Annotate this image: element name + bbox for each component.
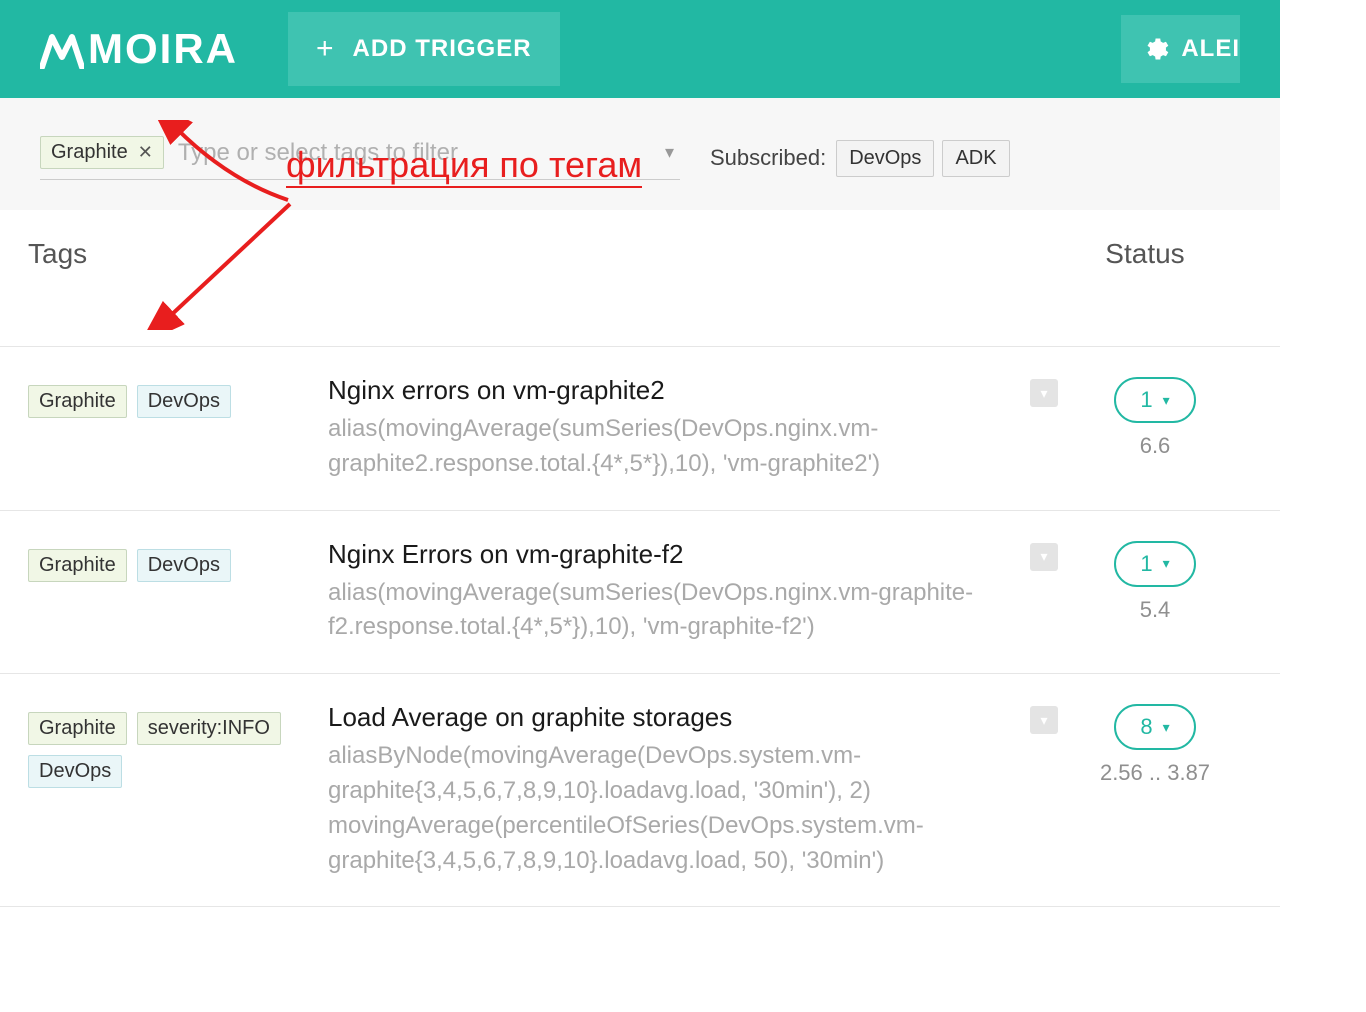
app-header: MOIRA + ADD TRIGGER ALEI [0, 0, 1280, 98]
trigger-row[interactable]: Graphite DevOps Nginx Errors on vm-graphit… [0, 511, 1280, 675]
chevron-down-icon[interactable]: ▾ [665, 142, 674, 163]
chevron-down-icon: ▾ [1163, 392, 1170, 409]
row-action: ▾ [1030, 539, 1070, 571]
status-cell: 1▾6.6 [1070, 375, 1240, 459]
trigger-title[interactable]: Nginx errors on vm-graphite2 [328, 375, 1020, 406]
filter-tag-chip[interactable]: Graphite ✕ [40, 136, 164, 169]
trigger-cell: Nginx errors on vm-graphite2 alias(moving… [328, 375, 1030, 482]
tag-chip[interactable]: Graphite [28, 549, 127, 582]
column-headings: Tags фильтрация по тегам Status [0, 210, 1280, 280]
row-action: ▾ [1030, 375, 1070, 407]
row-action: ▾ [1030, 702, 1070, 734]
trigger-cell: Load Average on graphite storages aliasBy… [328, 702, 1030, 878]
status-count: 8 [1140, 714, 1152, 740]
status-value: 5.4 [1140, 597, 1171, 623]
subscribed-tag-devops[interactable]: DevOps [836, 140, 934, 177]
row-tags: Graphite DevOps [28, 375, 328, 418]
tag-chip[interactable]: DevOps [137, 385, 231, 418]
tag-chip[interactable]: severity:INFO [137, 712, 281, 745]
status-cell: 8▾2.56 .. 3.87 [1070, 702, 1240, 786]
tag-chip[interactable]: DevOps [28, 755, 122, 788]
status-pill[interactable]: 8▾ [1114, 704, 1195, 750]
trigger-list: Graphite DevOps Nginx errors on vm-graphit… [0, 346, 1280, 907]
add-trigger-label: ADD TRIGGER [353, 35, 532, 63]
tag-chip[interactable]: Graphite [28, 712, 127, 745]
row-tags: Graphite severity:INFO DevOps [28, 702, 328, 788]
collapse-icon[interactable]: ▾ [1030, 379, 1058, 407]
collapse-icon[interactable]: ▾ [1030, 706, 1058, 734]
status-pill[interactable]: 1▾ [1114, 541, 1195, 587]
alert-button[interactable]: ALEI [1121, 15, 1240, 83]
status-count: 1 [1140, 551, 1152, 577]
subscribed-label: Subscribed: [710, 145, 826, 171]
collapse-icon[interactable]: ▾ [1030, 543, 1058, 571]
status-pill[interactable]: 1▾ [1114, 377, 1195, 423]
trigger-expression: alias(movingAverage(sumSeries(DevOps.ngi… [328, 576, 1020, 646]
status-value: 6.6 [1140, 433, 1171, 459]
row-tags: Graphite DevOps [28, 539, 328, 582]
tag-chip[interactable]: DevOps [137, 549, 231, 582]
trigger-expression: aliasByNode(movingAverage(DevOps.system.… [328, 739, 1020, 878]
trigger-cell: Nginx Errors on vm-graphite-f2 alias(movi… [328, 539, 1030, 646]
trigger-row[interactable]: Graphite severity:INFO DevOps Load Average … [0, 674, 1280, 907]
annotation-arrow-down [140, 200, 300, 330]
trigger-row[interactable]: Graphite DevOps Nginx errors on vm-graphit… [0, 346, 1280, 511]
logo-icon [40, 29, 84, 69]
annotation-arrow-up [158, 120, 298, 210]
logo-text: MOIRA [88, 25, 238, 73]
logo[interactable]: MOIRA [40, 25, 238, 73]
tag-chip[interactable]: Graphite [28, 385, 127, 418]
plus-icon: + [316, 32, 335, 66]
chevron-down-icon: ▾ [1163, 719, 1170, 736]
gear-icon [1141, 35, 1169, 63]
alert-label: ALEI [1181, 35, 1240, 63]
column-heading-status: Status [1050, 238, 1240, 270]
add-trigger-button[interactable]: + ADD TRIGGER [288, 12, 560, 86]
filter-tag-label: Graphite [51, 141, 128, 164]
trigger-title[interactable]: Load Average on graphite storages [328, 702, 1020, 733]
annotation-text: фильтрация по тегам [286, 144, 642, 188]
trigger-title[interactable]: Nginx Errors on vm-graphite-f2 [328, 539, 1020, 570]
status-cell: 1▾5.4 [1070, 539, 1240, 623]
close-icon[interactable]: ✕ [138, 142, 153, 163]
trigger-expression: alias(movingAverage(sumSeries(DevOps.ngi… [328, 412, 1020, 482]
chevron-down-icon: ▾ [1163, 555, 1170, 572]
status-count: 1 [1140, 387, 1152, 413]
status-value: 2.56 .. 3.87 [1100, 760, 1210, 786]
subscribed-tag-adk[interactable]: ADK [942, 140, 1009, 177]
